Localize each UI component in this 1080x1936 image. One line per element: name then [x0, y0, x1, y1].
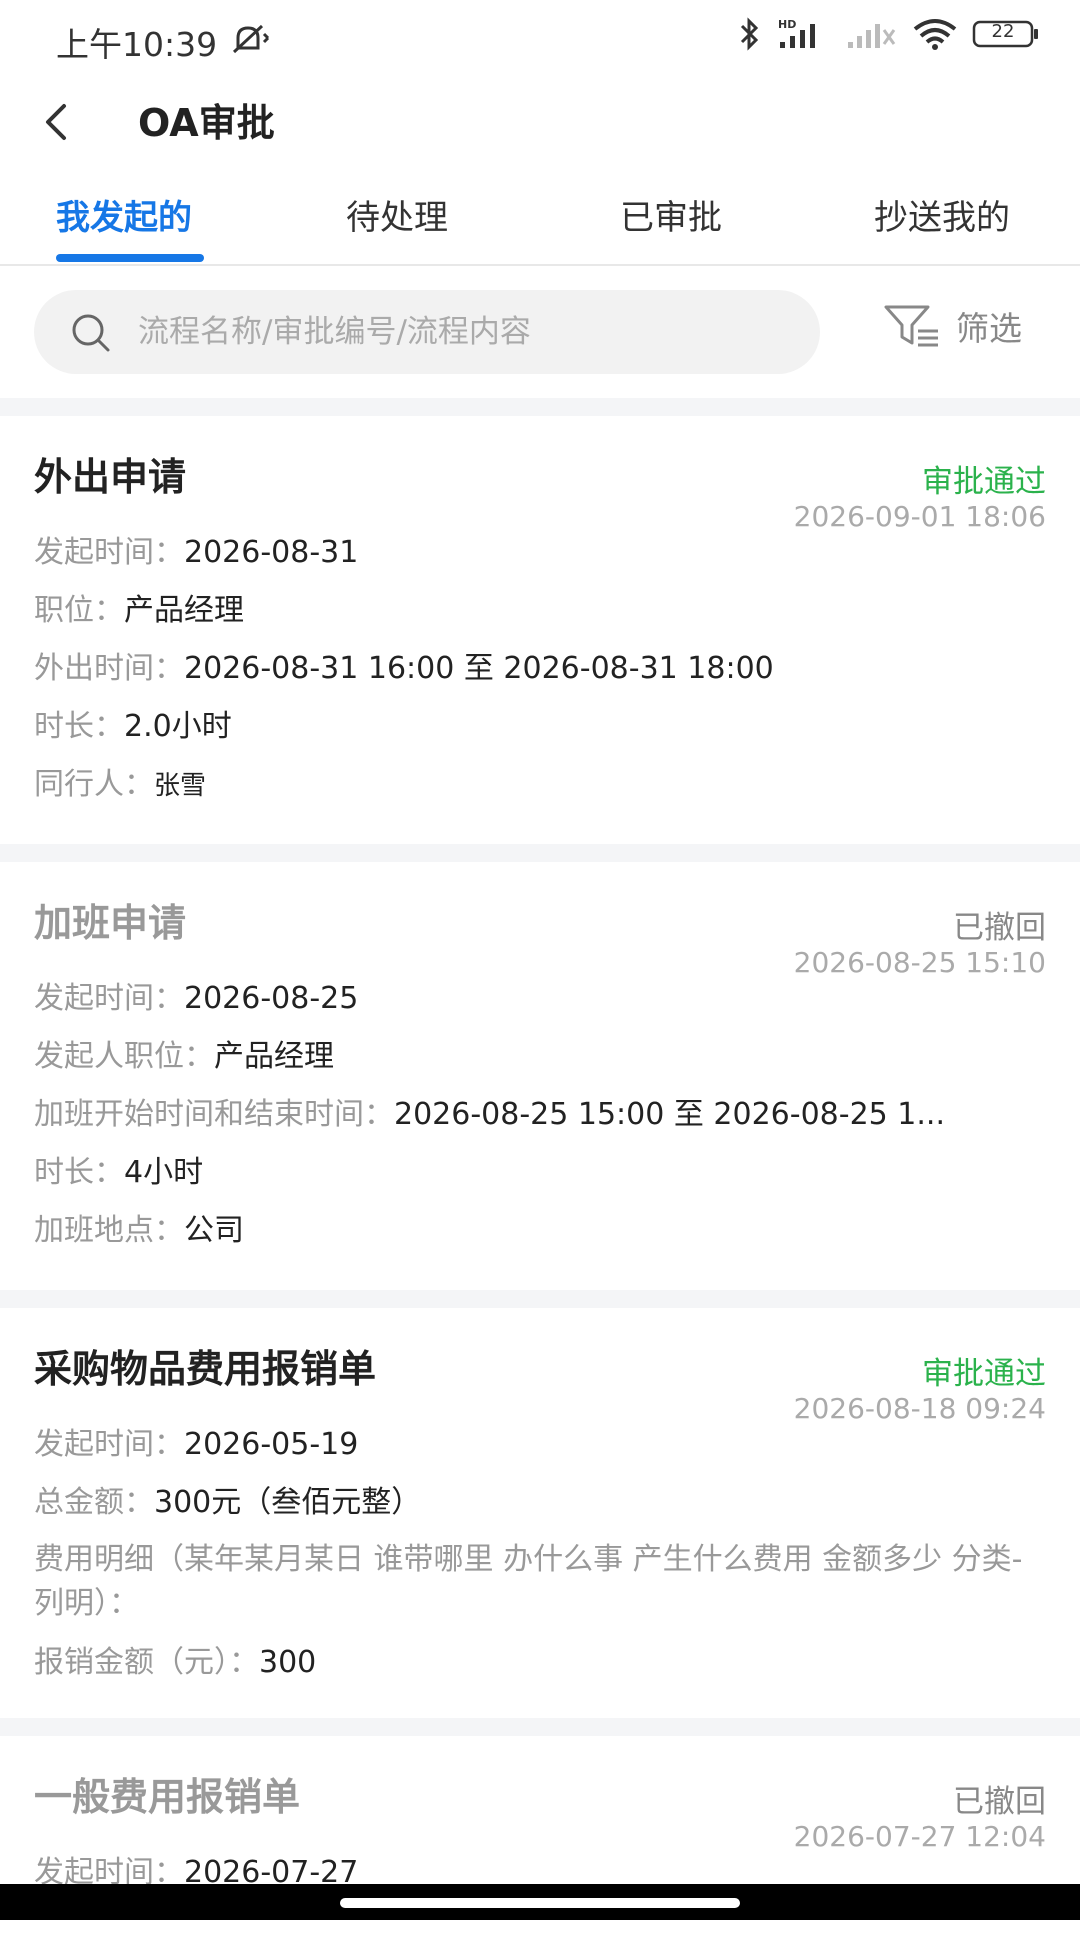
- field-row: 时长：2.0小时: [34, 698, 1046, 756]
- field-value: 4小时: [124, 1155, 204, 1190]
- bluetooth-icon: [738, 16, 762, 52]
- field-row: 报销金额（元）：300: [34, 1634, 1046, 1692]
- search-icon: [72, 314, 110, 352]
- search-box[interactable]: [34, 290, 820, 374]
- field-value: 300元（叁佰元整）: [154, 1485, 422, 1520]
- field-value: 2026-05-19: [184, 1427, 359, 1462]
- mute-icon: [228, 22, 276, 60]
- signal-weak-icon: [846, 16, 898, 52]
- status-badge: 审批通过: [922, 1356, 1046, 1392]
- field-value: 产品经理: [124, 593, 244, 628]
- tab-active-indicator: [56, 254, 204, 262]
- svg-text:HD: HD: [778, 18, 796, 31]
- filter-icon: [884, 305, 938, 347]
- field-row: 时长：4小时: [34, 1144, 1046, 1202]
- field-value: 公司: [184, 1213, 244, 1248]
- status-badge: 审批通过: [922, 464, 1046, 500]
- field-value: 产品经理: [214, 1039, 334, 1074]
- status-time: 上午10:39: [56, 25, 218, 64]
- field-label: 时长：: [34, 1155, 124, 1190]
- field-value: 300: [259, 1645, 317, 1680]
- field-value: 2026-08-31: [184, 535, 359, 570]
- field-label: 发起时间：: [34, 981, 184, 1016]
- card-title: 外出申请: [34, 455, 187, 499]
- status-bar: 上午10:39 HD 22: [0, 0, 1080, 80]
- battery-icon: 22: [972, 19, 1040, 49]
- page-title: OA审批: [138, 101, 275, 145]
- field-row: 加班地点：公司: [34, 1202, 1046, 1260]
- tab-approved[interactable]: 已审批: [620, 190, 722, 239]
- field-label: 报销金额（元）：: [34, 1645, 259, 1680]
- field-label: 费用明细（某年某月某日 谁带哪里 办什么事 产生什么费用 金额多少 分类-列明）…: [34, 1542, 1023, 1621]
- tab-pending[interactable]: 待处理: [346, 190, 448, 239]
- field-value: 2026-08-31 16:00 至 2026-08-31 18:00: [184, 651, 774, 686]
- approval-card[interactable]: 采购物品费用报销单 审批通过 2026-08-18 09:24 发起时间：202…: [0, 1308, 1080, 1718]
- tab-cc-me[interactable]: 抄送我的: [874, 190, 1010, 239]
- field-row: 发起时间：2026-08-31: [34, 524, 1046, 582]
- field-label: 职位：: [34, 593, 124, 628]
- field-label: 发起时间：: [34, 535, 184, 570]
- tab-initiated[interactable]: 我发起的: [56, 190, 192, 239]
- filter-label: 筛选: [956, 309, 1022, 348]
- field-row: 发起时间：2026-05-19: [34, 1416, 1046, 1474]
- field-label: 外出时间：: [34, 651, 184, 686]
- approval-list: 外出申请 审批通过 2026-09-01 18:06 发起时间：2026-08-…: [0, 398, 1080, 1936]
- search-input[interactable]: [138, 290, 788, 374]
- field-row: 总金额：300元（叁佰元整）: [34, 1474, 1046, 1532]
- search-row: 筛选: [0, 266, 1080, 398]
- field-value: 2026-08-25: [184, 981, 359, 1016]
- field-label: 发起人职位：: [34, 1039, 214, 1074]
- card-title: 加班申请: [34, 901, 187, 945]
- field-label: 同行人：: [34, 767, 154, 802]
- tab-bar: 我发起的 待处理 已审批 抄送我的: [0, 180, 1080, 266]
- field-label: 总金额：: [34, 1485, 154, 1520]
- field-row: 发起时间：2026-08-25: [34, 970, 1046, 1028]
- field-row: 费用明细（某年某月某日 谁带哪里 办什么事 产生什么费用 金额多少 分类-列明）…: [34, 1532, 1046, 1634]
- field-label: 加班地点：: [34, 1213, 184, 1248]
- filter-button[interactable]: 筛选: [882, 302, 1022, 350]
- field-row: 同行人：张雪: [34, 756, 1046, 815]
- status-badge: 已撤回: [953, 1784, 1046, 1820]
- field-label: 发起时间：: [34, 1427, 184, 1462]
- card-title: 一般费用报销单: [34, 1775, 301, 1819]
- field-row: 职位：产品经理: [34, 582, 1046, 640]
- field-label: 时长：: [34, 709, 124, 744]
- field-value: 2.0小时: [124, 709, 232, 744]
- field-value: 张雪: [154, 771, 207, 801]
- status-badge: 已撤回: [953, 910, 1046, 946]
- field-row: 发起人职位：产品经理: [34, 1028, 1046, 1086]
- wifi-icon: [912, 16, 958, 52]
- approval-card[interactable]: 外出申请 审批通过 2026-09-01 18:06 发起时间：2026-08-…: [0, 416, 1080, 844]
- chevron-left-icon: [46, 104, 66, 140]
- field-row: 外出时间：2026-08-31 16:00 至 2026-08-31 18:00: [34, 640, 1046, 698]
- back-button[interactable]: [34, 90, 82, 154]
- approval-card[interactable]: 加班申请 已撤回 2026-08-25 15:10 发起时间：2026-08-2…: [0, 862, 1080, 1290]
- field-label: 加班开始时间和结束时间：: [34, 1097, 394, 1132]
- field-value: 2026-08-25 15:00 至 2026-08-25 1...: [394, 1097, 945, 1132]
- field-row: 加班开始时间和结束时间：2026-08-25 15:00 至 2026-08-2…: [34, 1086, 1046, 1144]
- battery-level: 22: [991, 21, 1015, 42]
- card-title: 采购物品费用报销单: [34, 1347, 377, 1391]
- signal-hd-icon: HD: [776, 16, 832, 52]
- home-indicator[interactable]: [340, 1898, 740, 1908]
